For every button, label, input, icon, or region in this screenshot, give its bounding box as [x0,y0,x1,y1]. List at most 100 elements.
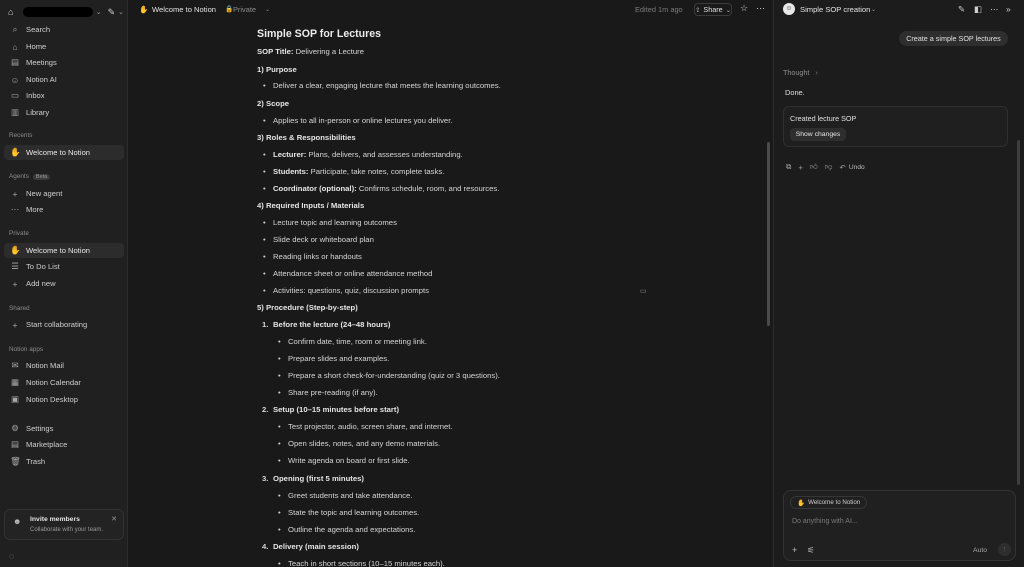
list-item[interactable]: Confirm date, time, room or meeting link… [278,337,427,346]
list-item[interactable]: Outline the agenda and expectations. [278,525,415,534]
visibility-label[interactable]: Private [233,5,256,14]
waving-hand-icon: ✋ [10,147,21,157]
chevron-down-icon[interactable]: ⌄ [118,8,124,16]
plus-icon[interactable]: + [798,163,802,172]
undo-icon[interactable]: ↶ [840,163,846,172]
home-icon: ⌂ [12,41,18,52]
list-item[interactable]: Reading links or handouts [263,252,362,261]
sidebar-item-search[interactable]: ⌕ Search [4,22,124,37]
sidebar-item-notion-calendar[interactable]: ▦ Notion Calendar [4,375,124,390]
sidebar-item-new-agent[interactable]: + New agent [4,186,124,201]
context-chip[interactable]: ✋ Welcome to Notion [790,496,868,509]
list-item[interactable]: Deliver a clear, engaging lecture that m… [263,81,501,90]
numbered-step[interactable]: 2. Setup (10–15 minutes before start) [262,405,399,414]
list-item[interactable]: Test projector, audio, screen share, and… [278,422,453,431]
new-chat-icon[interactable]: ✎ [958,4,965,15]
heading-purpose[interactable]: 1) Purpose [257,65,297,74]
chevron-down-icon[interactable]: ⌄ [871,6,876,13]
heading-inputs[interactable]: 4) Required Inputs / Materials [257,201,364,210]
sidebar-item-meetings[interactable]: ▤ Meetings [4,55,124,70]
list-item[interactable]: Slide deck or whiteboard plan [263,235,374,244]
sidebar-item-start-collaborating[interactable]: + Start collaborating [4,317,124,332]
invite-members-card[interactable]: ☻ Invite members Collaborate with your t… [4,509,124,540]
section-label-private: Private [9,230,29,237]
list-item[interactable]: Applies to all in-person or online lectu… [263,116,453,125]
sidebar-item-add-new[interactable]: + Add new [4,276,124,291]
list-item[interactable]: Prepare slides and examples. [278,354,389,363]
sidebar-item-settings[interactable]: ⚙ Settings [4,421,124,436]
more-icon[interactable]: ⋯ [990,4,999,15]
meetings-icon: ▤ [10,57,20,67]
breadcrumb-page-title[interactable]: Welcome to Notion [152,5,216,14]
list-item[interactable]: Lecturer: Plans, delivers, and assesses … [263,150,463,159]
thought-toggle[interactable]: Thought › [783,68,818,77]
sidebar-item-private-welcome[interactable]: ✋ Welcome to Notion [4,243,124,258]
list-item[interactable]: Write agenda on board or first slide. [278,456,410,465]
workspace-name-redacted[interactable] [22,7,93,17]
thumbs-up-icon[interactable]: 👍︎ [810,162,818,172]
copy-icon[interactable]: ⧉ [786,162,791,172]
sidebar-item-inbox[interactable]: ▭ Inbox [4,88,124,103]
pencil-square-icon[interactable]: ✎ [108,7,116,18]
heading-scope[interactable]: 2) Scope [257,99,289,108]
change-summary-card: Created lecture SOP Show changes [783,106,1008,147]
ai-response-actions: ⧉ + 👍︎ 👎︎ ↶ Undo [786,162,865,172]
page-title[interactable]: Simple SOP for Lectures [257,28,381,40]
section-label-shared: Shared [9,305,30,312]
workspace-switcher[interactable]: ⌂ ⌄ ✎ ⌄ [8,5,124,19]
show-changes-button[interactable]: Show changes [790,128,846,141]
sidebar-item-notion-mail[interactable]: ✉ Notion Mail [4,358,124,373]
undo-button[interactable]: Undo [849,164,865,171]
list-item[interactable]: Students: Participate, take notes, compl… [263,167,444,176]
waving-hand-icon: ✋ [139,5,149,14]
thumbs-down-icon[interactable]: 👎︎ [825,162,833,172]
list-item[interactable]: Greet students and take attendance. [278,491,412,500]
sidebar-item-home[interactable]: ⌂ Home [4,39,124,54]
ai-chat-title[interactable]: Simple SOP creation [800,5,870,14]
list-item[interactable]: Activities: questions, quiz, discussion … [263,286,429,295]
sidebar-item-recent-welcome[interactable]: ✋ Welcome to Notion [4,145,124,160]
more-icon[interactable]: ⋯ [756,3,765,14]
section-label-notion-apps: Notion apps [9,346,44,353]
sidebar-item-more[interactable]: ⋯ More [4,202,124,217]
send-arrow-icon[interactable]: ↑ [998,543,1011,556]
calendar-icon: ▦ [10,377,20,387]
comment-icon[interactable]: ▭ [640,287,647,295]
numbered-step[interactable]: 4. Delivery (main session) [262,542,359,551]
ai-prompt-input[interactable]: Do anything with AI... [792,518,858,525]
list-item[interactable]: State the topic and learning outcomes. [278,508,419,517]
list-item[interactable]: Open slides, notes, and any demo materia… [278,439,440,448]
sidebar-item-notion-ai[interactable]: ☺ Notion AI [4,72,124,87]
list-item[interactable]: Attendance sheet or online attendance me… [263,269,432,278]
list-item[interactable]: Lecture topic and learning outcomes [263,218,397,227]
list-item[interactable]: Prepare a short check-for-understanding … [278,371,500,380]
close-icon[interactable]: ✕ [111,515,117,523]
sidebar-item-to-do-list[interactable]: ☰ To Do List [4,259,124,274]
heading-procedure[interactable]: 5) Procedure (Step-by-step) [257,303,358,312]
collapse-panel-icon[interactable]: » [1006,4,1011,14]
list-item[interactable]: Coordinator (optional): Confirms schedul… [263,184,499,193]
list-item[interactable]: Teach in short sections (10–15 minutes e… [278,559,445,567]
sidebar-item-trash[interactable]: 🗑 Trash [4,454,124,469]
page-content[interactable]: Simple SOP for Lectures SOP Title: Deliv… [257,0,757,567]
lock-icon: 🔒 [225,6,234,13]
sidebar-item-library[interactable]: ▥ Library [4,105,124,120]
numbered-step[interactable]: 1. Before the lecture (24–48 hours) [262,320,391,329]
sop-title-line[interactable]: SOP Title: Delivering a Lecture [257,47,364,56]
sidebar-layout-icon[interactable]: ◧ [974,4,982,15]
chevron-down-icon[interactable]: ⌄ [96,8,102,16]
plus-icon[interactable]: + [792,545,797,555]
ai-composer[interactable]: ✋ Welcome to Notion Do anything with AI.… [783,490,1016,561]
list-item[interactable]: Share pre-reading (if any). [278,388,378,397]
mode-selector[interactable]: Auto [973,547,987,554]
page-scrollbar[interactable] [767,142,770,326]
sidebar: ⌂ ⌄ ✎ ⌄ ⌕ Search ⌂ Home ▤ Meetings ☺ Notion … [0,0,128,567]
sidebar-item-marketplace[interactable]: ▤ Marketplace [4,437,124,452]
numbered-step[interactable]: 3. Opening (first 5 minutes) [262,474,364,483]
settings-sliders-icon[interactable]: ⚟ [807,545,815,556]
ai-response-text: Done. [785,88,805,97]
heading-roles[interactable]: 3) Roles & Responsibilities [257,133,356,142]
help-icon[interactable]: ◌ [9,551,14,561]
sidebar-item-notion-desktop[interactable]: ▣ Notion Desktop [4,392,124,407]
ai-panel-scrollbar[interactable] [1017,140,1020,485]
